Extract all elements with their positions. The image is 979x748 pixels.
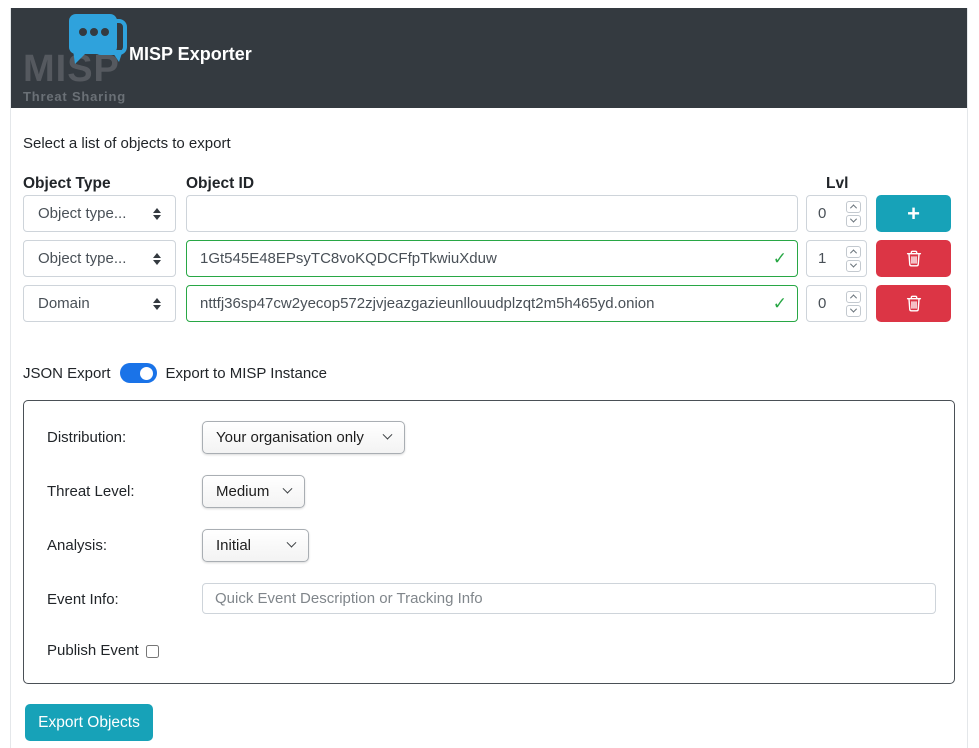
object-type-select-value: Domain — [38, 295, 153, 312]
event-info-label: Event Info: — [47, 591, 119, 608]
lvl-input[interactable] — [818, 205, 844, 222]
publish-event-label: Publish Event — [47, 642, 139, 659]
object-id-field: ✓ — [186, 285, 798, 322]
page-container: MISP Threat Sharing MISP Exporter Select… — [10, 8, 968, 748]
misp-instance-label: Export to MISP Instance — [166, 365, 327, 382]
object-id-input[interactable] — [186, 240, 798, 277]
delete-row-button[interactable] — [876, 240, 951, 277]
column-header-object-id: Object ID — [186, 175, 254, 193]
spinner-down-icon[interactable] — [846, 305, 861, 317]
misp-chat-bubble-icon — [61, 12, 131, 72]
add-row-button[interactable]: + — [876, 195, 951, 232]
distribution-select-value: Your organisation only — [216, 429, 370, 446]
chevron-down-icon — [283, 484, 293, 494]
spinner-down-icon[interactable] — [846, 215, 861, 227]
lvl-field — [806, 240, 867, 277]
object-id-field: ✓ — [186, 240, 798, 277]
trash-icon — [906, 295, 922, 312]
publish-event-checkbox[interactable] — [146, 645, 159, 658]
page-title: MISP Exporter — [129, 44, 252, 65]
object-id-input[interactable] — [186, 195, 798, 232]
publish-event-row: Publish Event — [47, 642, 159, 659]
object-row: Domain ✓ — [11, 285, 969, 322]
lvl-input[interactable] — [818, 250, 844, 267]
spinner-up-icon[interactable] — [846, 291, 861, 303]
object-type-select-value: Object type... — [38, 205, 153, 222]
misp-logo-tagline: Threat Sharing — [23, 90, 126, 103]
export-mode-row: JSON Export Export to MISP Instance — [23, 363, 327, 383]
number-spinner — [846, 246, 861, 272]
chevron-down-icon — [287, 538, 297, 548]
lvl-field — [806, 195, 867, 232]
trash-icon — [906, 250, 922, 267]
object-type-select[interactable]: Domain — [23, 285, 176, 322]
intro-text: Select a list of objects to export — [23, 135, 231, 152]
spinner-up-icon[interactable] — [846, 201, 861, 213]
spinner-down-icon[interactable] — [846, 260, 861, 272]
lvl-field — [806, 285, 867, 322]
number-spinner — [846, 291, 861, 317]
lvl-input[interactable] — [818, 295, 844, 312]
object-type-select[interactable]: Object type... — [23, 240, 176, 277]
threat-level-label: Threat Level: — [47, 483, 135, 500]
threat-level-select-value: Medium — [216, 483, 270, 500]
object-id-input[interactable] — [186, 285, 798, 322]
select-updown-icon — [153, 253, 161, 265]
export-mode-toggle[interactable] — [120, 363, 157, 383]
distribution-select[interactable]: Your organisation only — [202, 421, 405, 454]
chevron-down-icon — [383, 430, 393, 440]
delete-row-button[interactable] — [876, 285, 951, 322]
analysis-select[interactable]: Initial — [202, 529, 309, 562]
object-type-select-value: Object type... — [38, 250, 153, 267]
analysis-label: Analysis: — [47, 537, 107, 554]
app-header: MISP Threat Sharing MISP Exporter — [11, 8, 967, 108]
misp-options-panel: Distribution: Your organisation only Thr… — [23, 400, 955, 684]
object-row: Object type... ✓ — [11, 240, 969, 277]
column-header-object-type: Object Type — [23, 175, 111, 193]
spinner-up-icon[interactable] — [846, 246, 861, 258]
json-export-label: JSON Export — [23, 365, 111, 382]
valid-check-icon: ✓ — [773, 294, 787, 314]
column-header-lvl: Lvl — [826, 175, 848, 193]
toggle-knob-icon — [138, 365, 155, 382]
export-objects-button[interactable]: Export Objects — [25, 704, 153, 741]
valid-check-icon: ✓ — [773, 249, 787, 269]
distribution-label: Distribution: — [47, 429, 126, 446]
object-row: Object type... ✓ + — [11, 195, 969, 232]
threat-level-select[interactable]: Medium — [202, 475, 305, 508]
object-type-select[interactable]: Object type... — [23, 195, 176, 232]
number-spinner — [846, 201, 861, 227]
select-updown-icon — [153, 298, 161, 310]
event-info-input[interactable] — [202, 583, 936, 614]
analysis-select-value: Initial — [216, 537, 274, 554]
select-updown-icon — [153, 208, 161, 220]
object-id-field: ✓ — [186, 195, 798, 232]
